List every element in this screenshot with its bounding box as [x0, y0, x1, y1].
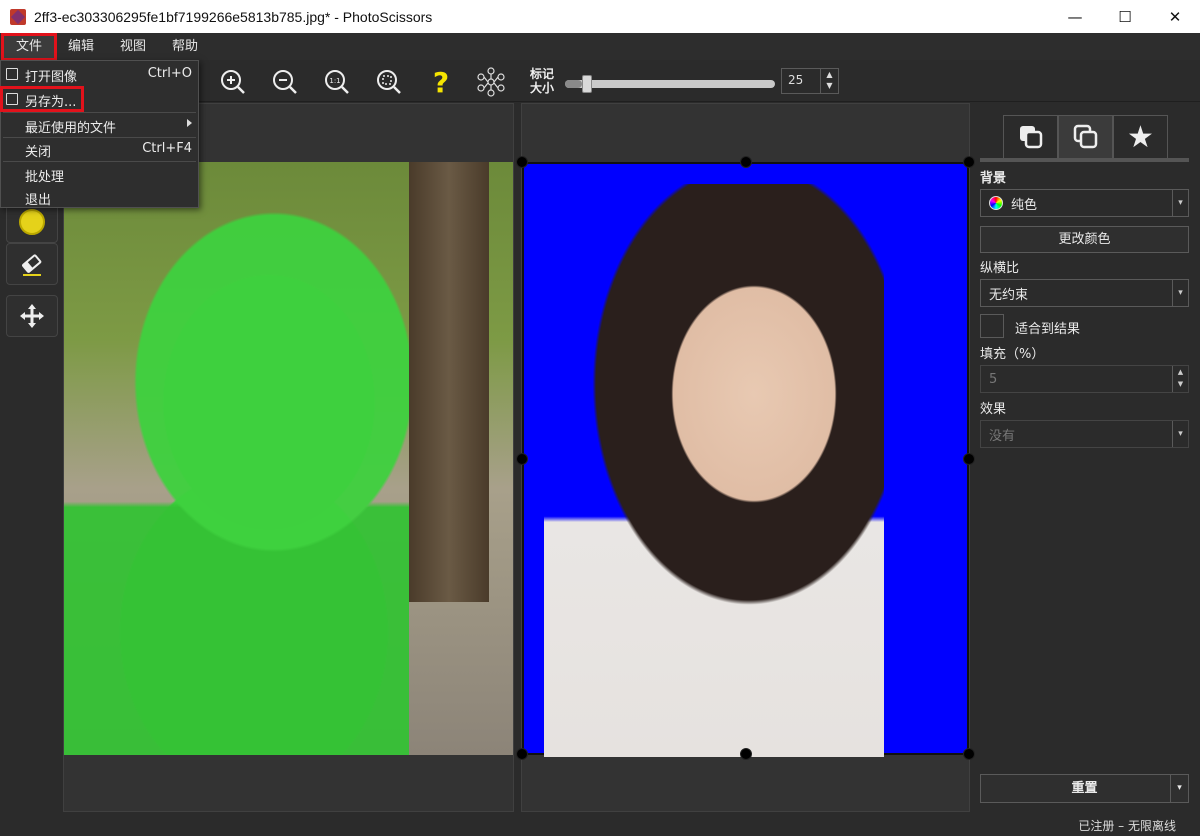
status-bar: 已注册 – 无限离线 [0, 812, 1200, 836]
chevron-down-icon: ▾ [1172, 190, 1188, 216]
help-icon[interactable]: ? [424, 65, 458, 99]
network-icon[interactable] [474, 65, 508, 99]
menu-item-save-as[interactable]: 另存为... [0, 86, 84, 112]
crop-handle-bottom[interactable] [740, 748, 752, 760]
padding-value: 5 [989, 371, 998, 387]
crop-handle-top-right[interactable] [963, 156, 975, 168]
reset-dropdown-icon[interactable]: ▾ [1170, 775, 1188, 802]
move-tool[interactable] [6, 295, 58, 337]
source-image-pane[interactable] [63, 103, 514, 812]
crop-handle-top[interactable] [740, 156, 752, 168]
fit-to-window-icon[interactable] [372, 65, 406, 99]
cutout-person [544, 184, 884, 757]
maximize-button[interactable]: ☐ [1100, 0, 1150, 33]
crop-handle-bottom-right[interactable] [963, 748, 975, 760]
source-photo[interactable] [64, 162, 513, 755]
open-image-icon [6, 68, 18, 80]
effect-value: 没有 [989, 428, 1016, 444]
menu-item-label: 退出 [25, 193, 52, 208]
tree-trunk [409, 162, 489, 602]
tab-effects[interactable]: ★ [1113, 115, 1168, 159]
padding-label: 填充（%） [980, 347, 1045, 362]
menu-item-label: 打开图像 [25, 70, 78, 85]
save-icon [6, 93, 18, 105]
result-photo[interactable] [522, 162, 969, 757]
background-label: 背景 [980, 171, 1007, 186]
submenu-arrow-icon [187, 119, 192, 127]
right-settings-panel: ★ 背景 纯色 ▾ 更改颜色 纵横比 无约束 ▾ 适合到结果 填充（%） 5 ▲… [975, 103, 1200, 812]
menu-item-close[interactable]: 关闭 Ctrl+F4 [1, 137, 198, 161]
menu-item-open-image[interactable]: 打开图像 Ctrl+O [1, 62, 198, 86]
eraser-icon [22, 254, 42, 276]
marker-size-label-line1: 标记 [530, 67, 555, 81]
zoom-in-icon[interactable] [216, 65, 250, 99]
marker-size-label: 标记 大小 [530, 67, 554, 95]
crop-handle-right[interactable] [963, 453, 975, 465]
change-color-button[interactable]: 更改颜色 [980, 226, 1189, 253]
menu-item-label: 关闭 [25, 145, 52, 160]
file-menu-dropdown: 打开图像 Ctrl+O 另存为... 最近使用的文件 关闭 Ctrl+F4 批处… [0, 60, 199, 208]
padding-spinbox[interactable]: 5 ▲ ▼ [980, 365, 1189, 393]
menu-help[interactable]: 帮助 [159, 35, 211, 59]
tab-underline [980, 158, 1189, 162]
layers-back-icon [1073, 124, 1097, 149]
menu-item-shortcut: Ctrl+O [147, 66, 192, 81]
foreground-mask [64, 192, 409, 755]
title-bar: 2ff3-ec303306295fe1bf7199266e5813b785.jp… [0, 0, 1200, 33]
spin-arrows-icon: ▲ ▼ [1172, 366, 1188, 392]
chevron-down-icon: ▾ [1172, 280, 1188, 306]
minimize-button[interactable]: — [1050, 0, 1100, 33]
actual-size-icon[interactable]: 1:1 [320, 65, 354, 99]
menu-bar: 文件 编辑 视图 帮助 [0, 32, 1200, 61]
effect-label: 效果 [980, 402, 1007, 417]
marker-size-spinbox[interactable]: 25 ▲ ▼ [781, 68, 839, 94]
background-type-value: 纯色 [1011, 197, 1038, 213]
marker-size-label-line2: 大小 [530, 81, 555, 95]
fit-to-result-label: 适合到结果 [1015, 322, 1081, 337]
menu-view[interactable]: 视图 [107, 35, 159, 59]
svg-text:1:1: 1:1 [329, 77, 340, 85]
menu-edit[interactable]: 编辑 [55, 35, 107, 59]
reset-button[interactable]: 重置 ▾ [980, 774, 1189, 803]
result-image-pane[interactable] [516, 103, 975, 812]
registration-status: 已注册 – 无限离线 [1078, 819, 1176, 833]
star-icon: ★ [1127, 119, 1154, 155]
eraser-tool[interactable] [6, 243, 58, 285]
color-wheel-icon [989, 196, 1003, 210]
slider-fill [565, 80, 582, 88]
close-button[interactable]: ✕ [1150, 0, 1200, 33]
background-type-select[interactable]: 纯色 ▾ [980, 189, 1189, 217]
menu-item-label: 批处理 [25, 170, 65, 185]
chevron-down-icon: ▾ [1172, 421, 1188, 447]
menu-item-shortcut: Ctrl+F4 [142, 141, 192, 156]
reset-button-label: 重置 [1071, 781, 1098, 796]
crop-handle-top-left[interactable] [516, 156, 528, 168]
crop-handle-bottom-left[interactable] [516, 748, 528, 760]
menu-item-batch[interactable]: 批处理 [1, 162, 198, 186]
menu-item-exit[interactable]: 退出 [1, 185, 198, 209]
aspect-ratio-select[interactable]: 无约束 ▾ [980, 279, 1189, 307]
menu-item-label: 另存为... [25, 95, 77, 110]
menu-file[interactable]: 文件 [0, 32, 58, 61]
effect-select[interactable]: 没有 ▾ [980, 420, 1189, 448]
yellow-marker-icon [19, 209, 45, 235]
menu-item-recent-files[interactable]: 最近使用的文件 [1, 113, 198, 137]
fit-to-result-checkbox[interactable] [980, 314, 1004, 338]
tab-foreground[interactable] [1003, 115, 1058, 159]
marker-size-value: 25 [788, 73, 804, 87]
layers-front-icon [1019, 126, 1042, 149]
slider-thumb[interactable] [581, 75, 592, 93]
app-logo-icon [10, 8, 26, 25]
spin-buttons[interactable]: ▲ ▼ [820, 69, 838, 93]
move-icon [20, 304, 44, 328]
marker-size-slider[interactable] [565, 75, 775, 93]
aspect-ratio-value: 无约束 [989, 287, 1029, 303]
tab-background[interactable] [1058, 115, 1113, 159]
aspect-ratio-label: 纵横比 [980, 261, 1020, 276]
zoom-out-icon[interactable] [268, 65, 302, 99]
menu-item-label: 最近使用的文件 [25, 121, 117, 136]
window-title: 2ff3-ec303306295fe1bf7199266e5813b785.jp… [34, 8, 433, 25]
crop-handle-left[interactable] [516, 453, 528, 465]
